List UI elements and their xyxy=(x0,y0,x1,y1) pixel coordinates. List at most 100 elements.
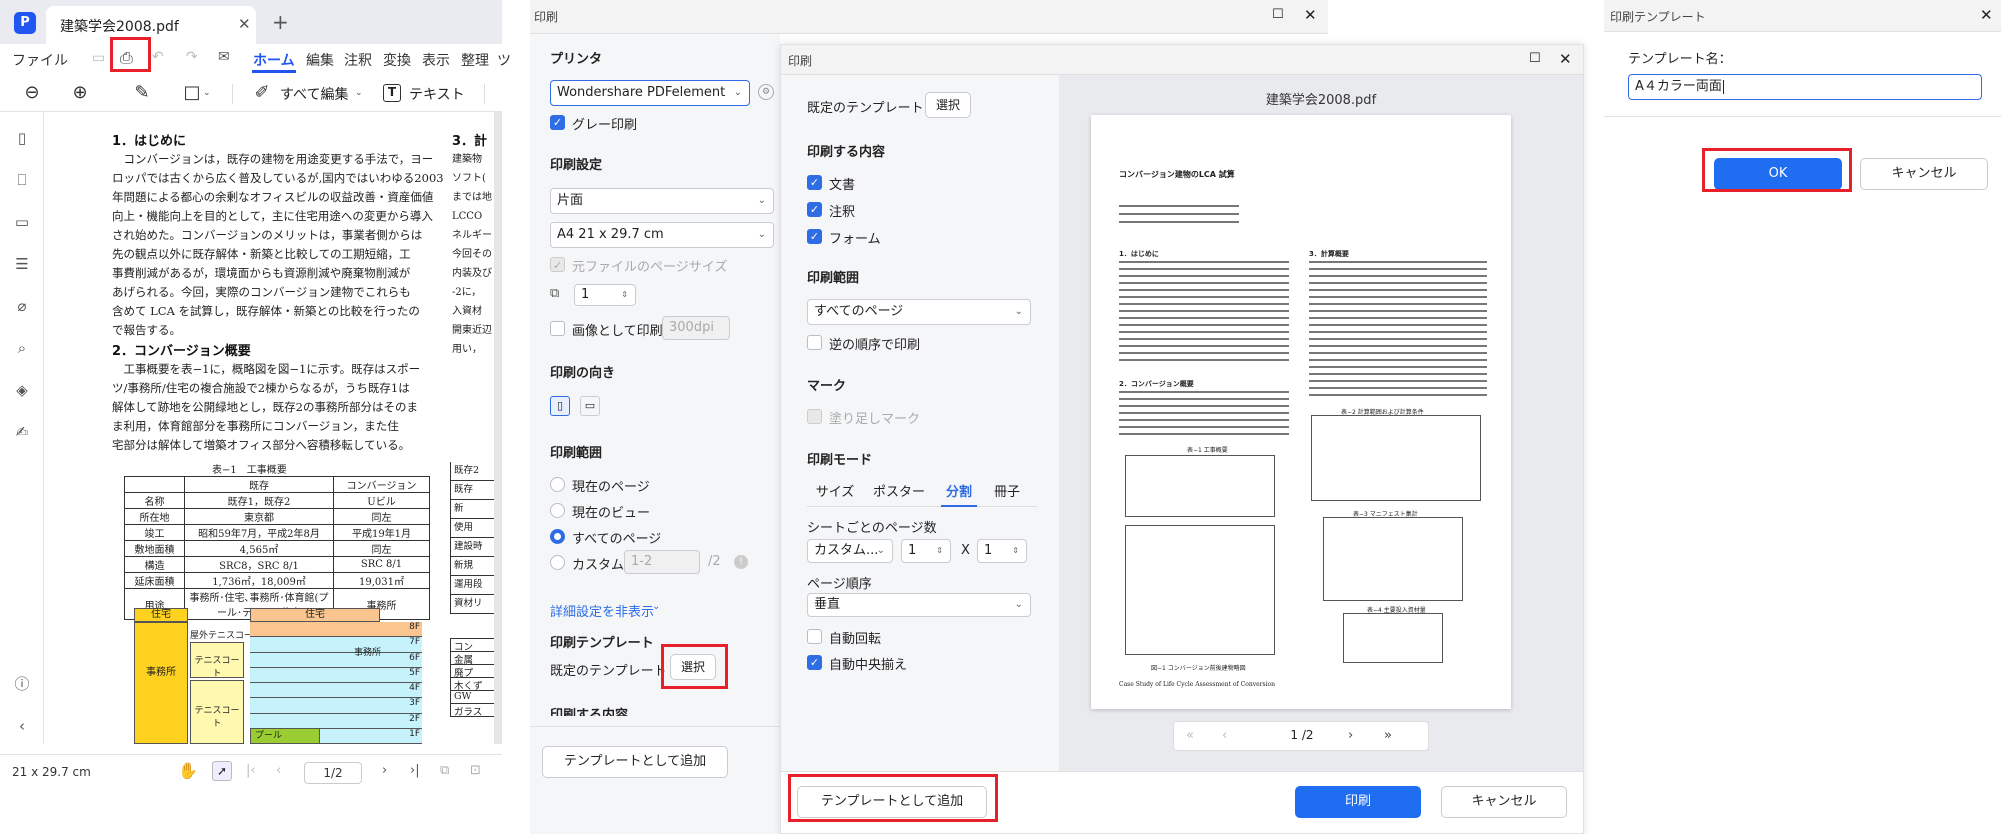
shape-dropdown-icon[interactable]: ⌄ xyxy=(203,88,211,98)
add-as-template-button-back[interactable]: テンプレートとして追加 xyxy=(542,746,728,778)
columns-stepper[interactable]: 1 ⇕ xyxy=(977,539,1027,563)
construction-summary-table: 既存 コンバージョン 名称 既存1，既存2 Uビル 所在地 東京都 同左 竣工 昭和59年7月，平… xyxy=(124,476,430,620)
landscape-orientation-icon[interactable]: ▭ xyxy=(580,396,600,416)
custom-range-input[interactable]: 1-2 xyxy=(624,550,700,574)
previous-page-icon[interactable]: ‹ xyxy=(276,763,281,778)
first-page-icon[interactable]: « xyxy=(1186,728,1194,743)
preview-page-indicator[interactable]: 1 /2 xyxy=(1272,728,1332,742)
copies-input[interactable]: 1 ⇕ xyxy=(574,284,636,306)
rows-stepper[interactable]: 1 ⇕ xyxy=(901,539,951,563)
redo-icon[interactable]: ↷ xyxy=(186,49,198,65)
page-order-select[interactable]: 垂直 ⌄ xyxy=(807,593,1031,617)
menu-organize[interactable]: 整理 xyxy=(461,50,489,70)
dpi-select[interactable]: 300dpi xyxy=(662,316,730,340)
gray-print-checkbox[interactable]: ✓ xyxy=(550,115,565,130)
fit-page-icon[interactable]: ⧉ xyxy=(440,763,449,778)
highlight-icon[interactable]: ✎ xyxy=(130,81,154,105)
annotation-checkbox[interactable]: ✓ xyxy=(807,202,822,217)
close-icon[interactable]: ✕ xyxy=(1304,6,1317,24)
hand-tool-icon[interactable]: ✋ xyxy=(178,761,198,780)
signature-icon[interactable]: ✍ xyxy=(10,420,34,444)
section-3-body: 建築物 ソフト(までは地 LCCO ネルギー 今回その 内装及び -2に， 入資材 開東近辺 用い… xyxy=(452,150,494,359)
close-icon[interactable]: ✕ xyxy=(1559,50,1572,68)
auto-center-checkbox[interactable]: ✓ xyxy=(807,655,822,670)
collapse-sidebar-icon[interactable]: ‹ xyxy=(10,714,34,738)
range-custom-radio[interactable] xyxy=(550,555,565,570)
template-name-input[interactable]: A４カラー両面 xyxy=(1628,74,1982,100)
menu-view[interactable]: 表示 xyxy=(422,50,450,70)
document-tab[interactable]: 建築学会2008.pdf ✕ xyxy=(46,6,256,44)
form-checkbox[interactable]: ✓ xyxy=(807,229,822,244)
printer-select[interactable]: Wondershare PDFelement ⌄ xyxy=(550,80,750,106)
auto-rotate-checkbox[interactable] xyxy=(807,629,822,644)
bookmark-icon[interactable]: ⎕ xyxy=(10,168,34,192)
next-page-icon[interactable]: › xyxy=(1348,728,1353,743)
portrait-orientation-icon[interactable]: ▯ xyxy=(550,396,570,416)
table-row: 敷地面積 4,565㎡ 同左 xyxy=(124,540,430,557)
menu-convert[interactable]: 変換 xyxy=(383,50,411,70)
comment-icon[interactable]: ▭ xyxy=(10,210,34,234)
undo-icon[interactable]: ↶ xyxy=(152,49,164,65)
menu-annotate[interactable]: 注釈 xyxy=(344,50,372,70)
tab-size[interactable]: サイズ xyxy=(813,481,857,507)
preview-text-line xyxy=(1309,373,1487,375)
close-icon[interactable]: ✕ xyxy=(1980,6,1993,24)
chevron-down-icon[interactable]: ⌄ xyxy=(652,601,660,612)
menu-tools[interactable]: ツ xyxy=(497,50,511,70)
save-icon[interactable]: ▭ xyxy=(92,50,105,66)
text-line: ツ/事務所/住宅の複合施設で2棟からなるが，うち既存1は xyxy=(112,381,410,395)
menu-edit[interactable]: 編集 xyxy=(306,50,334,70)
next-page-icon[interactable]: › xyxy=(382,763,387,778)
edit-all-dropdown-icon[interactable]: ⌄ xyxy=(355,88,363,98)
info-icon[interactable]: ! xyxy=(734,555,748,569)
page-number-input[interactable]: 1/2 xyxy=(304,762,362,784)
bleed-marks-checkbox[interactable] xyxy=(807,409,822,424)
range-current-page-radio[interactable] xyxy=(550,477,565,492)
zoom-out-icon[interactable]: ⊖ xyxy=(20,81,44,105)
select-template-button[interactable]: 選択 xyxy=(925,92,971,118)
menu-home[interactable]: ホーム xyxy=(253,50,295,70)
sides-select[interactable]: 片面 ⌄ xyxy=(550,188,774,214)
paper-size-select[interactable]: A4 21 x 29.7 cm ⌄ xyxy=(550,222,774,248)
maximize-icon[interactable]: ☐ xyxy=(1529,51,1541,66)
previous-page-icon[interactable]: ‹ xyxy=(1222,728,1227,743)
shape-icon[interactable]: □ xyxy=(180,81,204,105)
text-tool-button[interactable]: テキスト xyxy=(409,84,465,104)
preview-figure xyxy=(1125,525,1275,655)
fp-floor-label: 6F xyxy=(409,652,420,663)
reverse-order-checkbox[interactable] xyxy=(807,335,822,350)
print-as-image-checkbox[interactable] xyxy=(550,321,565,336)
tab-booklet[interactable]: 冊子 xyxy=(989,481,1025,507)
last-page-icon[interactable]: » xyxy=(1384,728,1392,743)
layers-list-icon[interactable]: ☰ xyxy=(10,252,34,276)
original-size-checkbox[interactable]: ✓ xyxy=(550,257,565,272)
attachment-icon[interactable]: ⌀ xyxy=(10,294,34,318)
help-icon[interactable]: ⓘ xyxy=(10,672,34,696)
maximize-icon[interactable]: ☐ xyxy=(1272,7,1284,22)
template-cancel-button[interactable]: キャンセル xyxy=(1860,158,1988,190)
last-page-icon[interactable]: ›| xyxy=(410,763,420,778)
tab-split[interactable]: 分割 xyxy=(941,481,977,507)
cancel-button[interactable]: キャンセル xyxy=(1441,786,1567,818)
first-page-icon[interactable]: |‹ xyxy=(246,763,256,778)
print-button[interactable]: 印刷 xyxy=(1295,786,1421,818)
search-icon[interactable]: ⌕ xyxy=(10,336,34,360)
thumbnail-icon[interactable]: ▯ xyxy=(10,126,34,150)
menu-file[interactable]: ファイル xyxy=(12,50,68,70)
document-checkbox[interactable]: ✓ xyxy=(807,175,822,190)
close-tab-icon[interactable]: ✕ xyxy=(238,15,251,33)
range-select[interactable]: すべてのページ ⌄ xyxy=(807,299,1031,325)
fit-width-icon[interactable]: ⊡ xyxy=(470,763,481,778)
printer-settings-icon[interactable]: ⚙ xyxy=(758,84,774,100)
select-tool-icon[interactable]: ➚ xyxy=(212,761,232,781)
tab-poster[interactable]: ポスター xyxy=(869,481,929,507)
range-current-view-radio[interactable] xyxy=(550,503,565,518)
layers-icon[interactable]: ◈ xyxy=(10,378,34,402)
zoom-in-icon[interactable]: ⊕ xyxy=(68,81,92,105)
new-tab-icon[interactable]: + xyxy=(272,10,289,34)
range-all-pages-radio[interactable] xyxy=(550,529,565,544)
pages-per-sheet-select[interactable]: カスタム... ⌄ xyxy=(807,539,893,563)
hide-details-link[interactable]: 詳細設定を非表示 xyxy=(550,601,654,620)
mail-icon[interactable]: ✉ xyxy=(218,49,230,65)
edit-all-button[interactable]: すべて編集 xyxy=(280,84,348,104)
